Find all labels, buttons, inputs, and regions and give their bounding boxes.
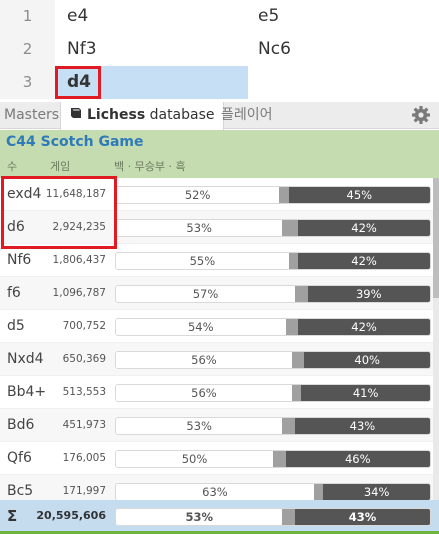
- header-move: 수: [7, 160, 18, 173]
- total-symbol: Σ: [7, 507, 18, 525]
- row-games: 513,553: [62, 386, 106, 398]
- total-black-segment: 43%: [294, 509, 430, 525]
- white-move[interactable]: Nf3: [55, 33, 248, 66]
- row-games: 451,973: [62, 419, 106, 431]
- total-row: Σ 20,595,606 53% 43%: [0, 500, 439, 532]
- row-games: 176,005: [62, 452, 106, 464]
- move-list: 1 e4 e5 2 Nf3 Nc6 3 d4: [0, 0, 439, 102]
- black-move[interactable]: [248, 66, 439, 99]
- draw-segment: [285, 319, 299, 335]
- explorer-tabs: Masters Lichess database 플레이어: [0, 102, 439, 130]
- draw-segment: [291, 385, 302, 401]
- table-row[interactable]: d5 700,752 54% 42%: [0, 310, 439, 343]
- black-move[interactable]: Nc6: [248, 33, 439, 66]
- row-move[interactable]: Bd6: [7, 409, 34, 442]
- black-win-segment: 42%: [298, 220, 430, 236]
- white-win-segment: 57%: [116, 286, 295, 302]
- total-result-bar: 53% 43%: [115, 508, 431, 526]
- draw-segment: [294, 286, 308, 302]
- row-result-bar: 50% 46%: [115, 450, 431, 468]
- row-move[interactable]: Nxd4: [7, 343, 44, 376]
- opening-explorer: Masters Lichess database 플레이어 C44 Scotch…: [0, 102, 439, 534]
- table-row[interactable]: Bc5 171,997 63% 34%: [0, 475, 439, 500]
- row-move[interactable]: Qf6: [7, 442, 32, 475]
- row-move[interactable]: Bc5: [7, 475, 33, 500]
- row-result-bar: 56% 40%: [115, 351, 431, 369]
- header-white-draw-black: 백 · 무승부 · 흑: [114, 160, 186, 173]
- table-row[interactable]: Bd6 451,973 53% 43%: [0, 409, 439, 442]
- draw-segment: [282, 418, 295, 434]
- row-games: 700,752: [62, 320, 106, 332]
- tab-database-label: database: [145, 107, 215, 123]
- draw-segment: [291, 352, 305, 368]
- row-result-bar: 63% 34%: [115, 483, 431, 500]
- row-result-bar: 53% 42%: [115, 219, 431, 237]
- move-number: 2: [0, 33, 55, 66]
- black-win-segment: 42%: [298, 253, 430, 269]
- black-win-segment: 40%: [304, 352, 430, 368]
- row-move[interactable]: f6: [7, 277, 21, 310]
- row-result-bar: 55% 42%: [115, 252, 431, 270]
- row-result-bar: 57% 39%: [115, 285, 431, 303]
- total-draw-segment: [282, 509, 295, 525]
- table-row[interactable]: f6 1,096,787 57% 39%: [0, 277, 439, 310]
- column-headers: 수 게임 백 · 무승부 · 흑: [0, 158, 439, 175]
- white-win-segment: 54%: [116, 319, 286, 335]
- total-white-segment: 53%: [116, 509, 283, 525]
- white-move-active[interactable]: d4: [55, 66, 248, 99]
- row-move[interactable]: d5: [7, 310, 25, 343]
- draw-segment: [288, 253, 299, 269]
- draw-segment: [282, 220, 299, 236]
- opening-header: C44 Scotch Game 수 게임 백 · 무승부 · 흑: [0, 130, 439, 178]
- white-win-segment: 52%: [116, 187, 280, 203]
- move-row: 1 e4 e5: [0, 0, 439, 33]
- white-win-segment: 55%: [116, 253, 289, 269]
- row-result-bar: 53% 43%: [115, 417, 431, 435]
- row-games: 171,997: [62, 485, 106, 497]
- table-row[interactable]: Nxd4 650,369 56% 40%: [0, 343, 439, 376]
- black-win-segment: 43%: [294, 418, 430, 434]
- black-win-segment: 34%: [323, 484, 430, 500]
- black-win-segment: 46%: [285, 451, 430, 467]
- row-result-bar: 54% 42%: [115, 318, 431, 336]
- book-icon: [69, 102, 82, 129]
- tab-masters[interactable]: Masters: [4, 102, 59, 129]
- white-win-segment: 50%: [116, 451, 273, 467]
- black-win-segment: 45%: [288, 187, 430, 203]
- table-row[interactable]: Bb4+ 513,553 56% 41%: [0, 376, 439, 409]
- table-row[interactable]: Qf6 176,005 50% 46%: [0, 442, 439, 475]
- tab-player[interactable]: 플레이어: [221, 102, 273, 129]
- opening-name[interactable]: C44 Scotch Game: [6, 134, 143, 150]
- row-games: 1,096,787: [52, 287, 106, 299]
- black-win-segment: 41%: [301, 385, 430, 401]
- row-result-bar: 52% 45%: [115, 186, 431, 204]
- gear-icon[interactable]: [411, 105, 431, 125]
- white-win-segment: 63%: [116, 484, 314, 500]
- total-games: 20,595,606: [36, 509, 106, 522]
- white-win-segment: 53%: [116, 418, 283, 434]
- move-row: 2 Nf3 Nc6: [0, 33, 439, 66]
- scrollbar-thumb[interactable]: [433, 178, 439, 298]
- row-games: 650,369: [62, 353, 106, 365]
- current-move[interactable]: d4: [55, 66, 101, 99]
- black-move[interactable]: e5: [248, 0, 439, 33]
- draw-segment: [313, 484, 324, 500]
- move-number: 3: [0, 66, 55, 99]
- tab-lichess-database[interactable]: Lichess database: [60, 102, 224, 130]
- white-win-segment: 56%: [116, 385, 292, 401]
- row-result-bar: 56% 41%: [115, 384, 431, 402]
- header-games: 게임: [50, 160, 71, 173]
- white-win-segment: 53%: [116, 220, 283, 236]
- black-win-segment: 39%: [307, 286, 430, 302]
- move-number: 1: [0, 0, 55, 33]
- draw-segment: [273, 451, 286, 467]
- black-win-segment: 42%: [298, 319, 430, 335]
- draw-segment: [279, 187, 289, 203]
- tab-lichess-label: Lichess: [87, 107, 146, 123]
- white-move[interactable]: e4: [55, 0, 248, 33]
- highlight-annotation: [1, 176, 117, 249]
- white-win-segment: 56%: [116, 352, 292, 368]
- move-row: 3 d4: [0, 66, 439, 99]
